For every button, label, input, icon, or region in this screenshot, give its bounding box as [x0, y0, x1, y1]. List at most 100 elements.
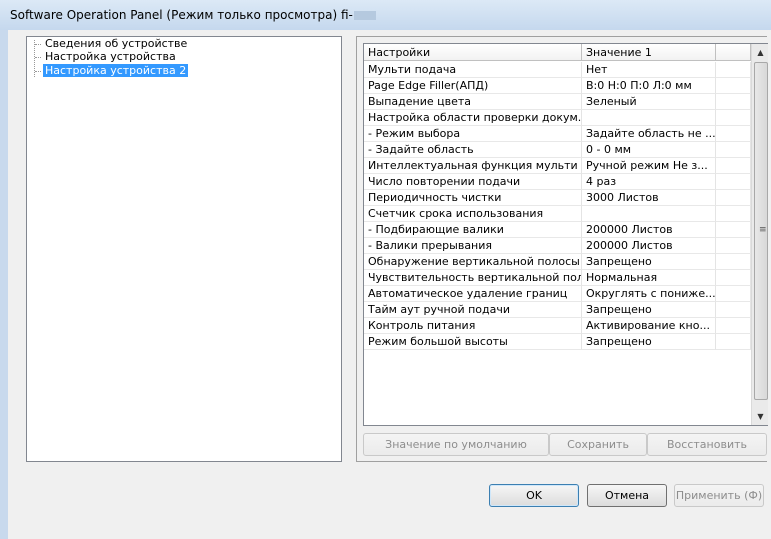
setting-name-cell: Page Edge Filler(АПД)	[364, 78, 582, 94]
setting-name-cell: Автоматическое удаление границ	[364, 286, 582, 302]
setting-value-cell: Задайте область не ...	[582, 126, 716, 142]
table-row[interactable]: - Подбирающие валики 200000 Листов	[364, 222, 751, 238]
window-title: Software Operation Panel (Режим только п…	[10, 8, 376, 22]
setting-name-cell: Мульти подача	[364, 62, 582, 78]
setting-value-cell: В:0 Н:0 П:0 Л:0 мм	[582, 78, 716, 94]
cancel-button[interactable]: Отмена	[587, 484, 667, 507]
table-row[interactable]: Настройка области проверки докум...	[364, 110, 751, 126]
device-tree[interactable]: Сведения об устройстве Настройка устройс…	[26, 36, 342, 462]
setting-name-cell: - Валики прерывания	[364, 238, 582, 254]
table-row[interactable]: Число повторении подачи 4 раз	[364, 174, 751, 190]
settings-grid[interactable]: Настройки Значение 1 Мульти подача Нет Pag…	[363, 43, 768, 426]
setting-name-cell: Чувствительность вертикальной пол...	[364, 270, 582, 286]
apply-button[interactable]: Применить (Ф)	[674, 484, 764, 507]
setting-value-cell: 200000 Листов	[582, 238, 716, 254]
setting-name-cell: Интеллектуальная функция мульти п...	[364, 158, 582, 174]
setting-value-cell	[582, 206, 716, 222]
setting-name-cell: Обнаружение вертикальной полосы	[364, 254, 582, 270]
settings-panel: Настройки Значение 1 Мульти подача Нет Pag…	[356, 36, 768, 462]
setting-value-cell: 0 - 0 мм	[582, 142, 716, 158]
setting-value-cell: Нормальная	[582, 270, 716, 286]
setting-name-cell: Режим большой высоты	[364, 334, 582, 350]
tree-item-label: Настройка устройства 2	[43, 64, 189, 77]
tree-item-device-settings[interactable]: Настройка устройства	[35, 50, 178, 64]
model-number-redacted	[353, 11, 376, 20]
setting-value-cell: Активирование кно...	[582, 318, 716, 334]
window-frame-left	[0, 30, 8, 539]
table-row[interactable]: Периодичность чистки 3000 Листов	[364, 190, 751, 206]
setting-name-cell: - Режим выбора	[364, 126, 582, 142]
setting-value-cell: Округлять с пониже...	[582, 286, 716, 302]
tree-connector	[35, 71, 41, 72]
empty-cell	[716, 142, 751, 158]
setting-name-cell: Периодичность чистки	[364, 190, 582, 206]
tree-item-label: Сведения об устройстве	[45, 37, 188, 50]
setting-name-cell: Выпадение цвета	[364, 94, 582, 110]
setting-value-cell: Ручной режим Не з...	[582, 158, 716, 174]
ok-button[interactable]: OK	[489, 484, 579, 507]
empty-cell	[716, 286, 751, 302]
setting-value-cell: Запрещено	[582, 334, 716, 350]
empty-cell	[716, 158, 751, 174]
title-bar[interactable]: Software Operation Panel (Режим только п…	[0, 0, 771, 31]
setting-name-cell: Контроль питания	[364, 318, 582, 334]
table-row[interactable]: Обнаружение вертикальной полосы Запрещено	[364, 254, 751, 270]
setting-value-cell: 200000 Листов	[582, 222, 716, 238]
empty-cell	[716, 254, 751, 270]
tree-connector	[35, 44, 41, 45]
grid-vertical-scrollbar[interactable]: ▲ ≡ ▼	[751, 44, 768, 425]
column-header-empty[interactable]	[716, 44, 751, 61]
table-row[interactable]: Интеллектуальная функция мульти п... Ручн…	[364, 158, 751, 174]
empty-cell	[716, 302, 751, 318]
grid-header: Настройки Значение 1	[364, 44, 768, 62]
table-row[interactable]: - Задайте область 0 - 0 мм	[364, 142, 751, 158]
empty-cell	[716, 94, 751, 110]
empty-cell	[716, 222, 751, 238]
empty-cell	[716, 190, 751, 206]
empty-cell	[716, 318, 751, 334]
setting-name-cell: Настройка области проверки докум...	[364, 110, 582, 126]
empty-cell	[716, 174, 751, 190]
save-button[interactable]: Сохранить	[549, 433, 647, 456]
setting-value-cell: 4 раз	[582, 174, 716, 190]
setting-name-cell: Число повторении подачи	[364, 174, 582, 190]
table-row[interactable]: Page Edge Filler(АПД) В:0 Н:0 П:0 Л:0 мм	[364, 78, 751, 94]
restore-button[interactable]: Восстановить	[647, 433, 767, 456]
scroll-up-icon[interactable]: ▲	[752, 44, 768, 61]
column-header-settings[interactable]: Настройки	[364, 44, 582, 61]
empty-cell	[716, 206, 751, 222]
setting-value-cell: Нет	[582, 62, 716, 78]
table-row[interactable]: Чувствительность вертикальной пол... Норм…	[364, 270, 751, 286]
table-row[interactable]: Мульти подача Нет	[364, 62, 751, 78]
table-row[interactable]: Контроль питания Активирование кно...	[364, 318, 751, 334]
tree-item-device-settings-2[interactable]: Настройка устройства 2	[35, 64, 189, 78]
empty-cell	[716, 270, 751, 286]
scroll-down-icon[interactable]: ▼	[752, 408, 768, 425]
table-row[interactable]: Выпадение цвета Зеленый	[364, 94, 751, 110]
scroll-grip-icon: ≡	[759, 225, 767, 235]
tree-item-device-info[interactable]: Сведения об устройстве	[35, 37, 189, 51]
setting-name-cell: - Подбирающие валики	[364, 222, 582, 238]
table-row[interactable]: Режим большой высоты Запрещено	[364, 334, 751, 350]
setting-name-cell: Счетчик срока использования	[364, 206, 582, 222]
setting-value-cell	[582, 110, 716, 126]
empty-cell	[716, 334, 751, 350]
scroll-thumb[interactable]: ≡	[754, 62, 768, 400]
setting-value-cell: Запрещено	[582, 254, 716, 270]
default-value-button[interactable]: Значение по умолчанию	[363, 433, 549, 456]
empty-cell	[716, 78, 751, 94]
table-row[interactable]: - Режим выбора Задайте область не ...	[364, 126, 751, 142]
tree-item-label: Настройка устройства	[45, 50, 176, 63]
empty-cell	[716, 110, 751, 126]
setting-name-cell: - Задайте область	[364, 142, 582, 158]
table-row[interactable]: Тайм аут ручной подачи Запрещено	[364, 302, 751, 318]
setting-value-cell: Зеленый	[582, 94, 716, 110]
table-row[interactable]: Автоматическое удаление границ Округлять …	[364, 286, 751, 302]
table-row[interactable]: - Валики прерывания 200000 Листов	[364, 238, 751, 254]
setting-value-cell: Запрещено	[582, 302, 716, 318]
window-title-text: Software Operation Panel (Режим только п…	[10, 8, 353, 22]
setting-value-cell: 3000 Листов	[582, 190, 716, 206]
table-row[interactable]: Счетчик срока использования	[364, 206, 751, 222]
empty-cell	[716, 238, 751, 254]
column-header-value-1[interactable]: Значение 1	[582, 44, 716, 61]
